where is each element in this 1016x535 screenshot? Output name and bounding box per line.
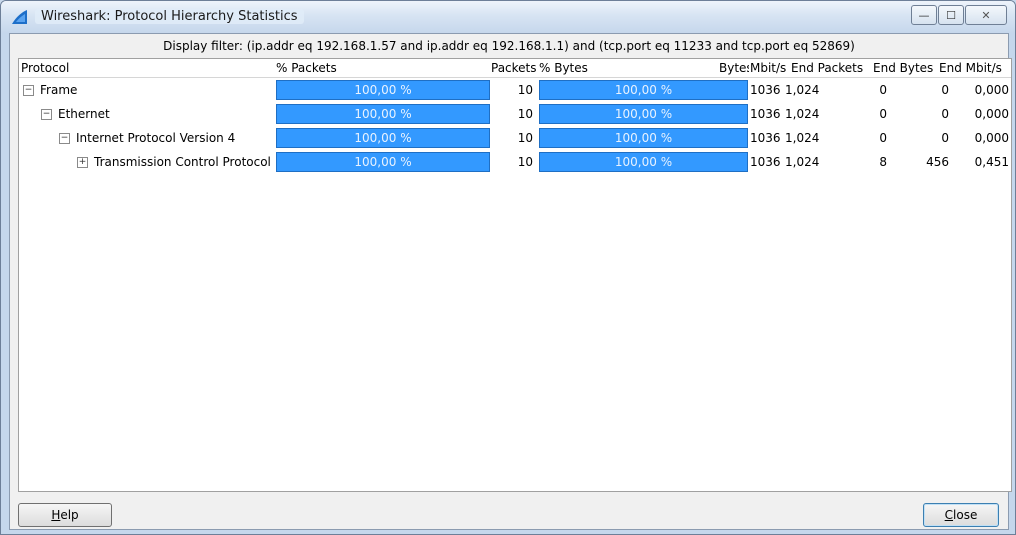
close-window-icon[interactable]: ✕ <box>965 5 1007 25</box>
bytes-cell: 1036 <box>750 155 781 169</box>
end-mbit-cell: 0,000 <box>974 107 1009 121</box>
header-pct-bytes[interactable]: % Bytes <box>539 59 699 77</box>
end-mbit-cell: 0,451 <box>974 155 1009 169</box>
help-label-post: elp <box>60 508 79 522</box>
wireshark-fin-icon <box>12 10 27 24</box>
protocol-hierarchy-window: Wireshark: Protocol Hierarchy Statistics… <box>0 0 1016 535</box>
mbit-cell: 1,024 <box>785 155 820 169</box>
minimize-icon[interactable]: — <box>911 5 937 25</box>
collapse-icon[interactable]: − <box>59 133 70 144</box>
packets-cell: 10 <box>517 107 533 121</box>
table-row[interactable]: − Frame 100,00 % 10 100,00 % 1036 1,024 0… <box>19 79 1011 103</box>
end-packets-cell: 0 <box>879 107 887 121</box>
maximize-icon[interactable]: ☐ <box>938 5 964 25</box>
pct-packets-bar: 100,00 % <box>276 128 490 148</box>
table-row[interactable]: + Transmission Control Protocol 100,00 % … <box>19 151 1011 175</box>
header-mbit[interactable]: Mbit/s <box>750 59 790 77</box>
bytes-cell: 1036 <box>750 83 781 97</box>
window-controls: — ☐ ✕ <box>910 5 1007 25</box>
packets-cell: 10 <box>517 83 533 97</box>
help-button[interactable]: Help <box>18 503 112 527</box>
close-label-accel: C <box>944 508 954 522</box>
pct-bytes-bar: 100,00 % <box>539 152 748 172</box>
collapse-icon[interactable]: − <box>41 109 52 120</box>
table-header: Protocol % Packets Packets % Bytes Bytes… <box>19 59 1011 78</box>
end-bytes-cell: 0 <box>941 83 949 97</box>
display-filter-label: Display filter: (ip.addr eq 192.168.1.57… <box>163 39 855 53</box>
header-protocol[interactable]: Protocol <box>21 59 271 77</box>
end-packets-cell: 8 <box>879 155 887 169</box>
header-end-bytes[interactable]: End Bytes <box>873 59 938 77</box>
dialog-body: Display filter: (ip.addr eq 192.168.1.57… <box>9 33 1012 530</box>
protocol-name: Transmission Control Protocol <box>94 155 271 169</box>
header-end-mbit[interactable]: End Mbit/s <box>939 59 1011 77</box>
mbit-cell: 1,024 <box>785 107 820 121</box>
close-button[interactable]: Close <box>923 503 999 527</box>
protocol-name: Ethernet <box>58 107 110 121</box>
end-packets-cell: 0 <box>879 83 887 97</box>
bytes-cell: 1036 <box>750 131 781 145</box>
bytes-cell: 1036 <box>750 107 781 121</box>
expand-icon[interactable]: + <box>77 157 88 168</box>
table-row[interactable]: − Internet Protocol Version 4 100,00 % 10… <box>19 127 1011 151</box>
protocol-name: Internet Protocol Version 4 <box>76 131 236 145</box>
protocol-cell: + Transmission Control Protocol <box>77 151 275 175</box>
packets-cell: 10 <box>517 131 533 145</box>
header-pct-packets[interactable]: % Packets <box>276 59 476 77</box>
header-packets[interactable]: Packets <box>491 59 541 77</box>
header-end-packets[interactable]: End Packets <box>791 59 871 77</box>
end-bytes-cell: 0 <box>941 131 949 145</box>
pct-packets-bar: 100,00 % <box>276 80 490 100</box>
collapse-icon[interactable]: − <box>23 85 34 96</box>
window-title: Wireshark: Protocol Hierarchy Statistics <box>35 9 304 24</box>
pct-bytes-bar: 100,00 % <box>539 80 748 100</box>
pct-packets-bar: 100,00 % <box>276 104 490 124</box>
pct-bytes-bar: 100,00 % <box>539 104 748 124</box>
mbit-cell: 1,024 <box>785 131 820 145</box>
help-label-accel: H <box>51 508 61 522</box>
close-label-post: lose <box>953 508 978 522</box>
table-row[interactable]: − Ethernet 100,00 % 10 100,00 % 1036 1,02… <box>19 103 1011 127</box>
pct-bytes-bar: 100,00 % <box>539 128 748 148</box>
end-mbit-cell: 0,000 <box>974 83 1009 97</box>
end-mbit-cell: 0,000 <box>974 131 1009 145</box>
pct-packets-bar: 100,00 % <box>276 152 490 172</box>
title-bar[interactable]: Wireshark: Protocol Hierarchy Statistics… <box>1 1 1015 33</box>
protocol-cell: − Internet Protocol Version 4 <box>59 127 273 151</box>
protocol-cell: − Frame <box>23 79 273 103</box>
mbit-cell: 1,024 <box>785 83 820 97</box>
protocol-hierarchy-table: Protocol % Packets Packets % Bytes Bytes… <box>18 58 1012 492</box>
end-bytes-cell: 456 <box>926 155 949 169</box>
protocol-cell: − Ethernet <box>41 103 273 127</box>
protocol-name: Frame <box>40 83 78 97</box>
end-packets-cell: 0 <box>879 131 887 145</box>
packets-cell: 10 <box>517 155 533 169</box>
end-bytes-cell: 0 <box>941 107 949 121</box>
header-bytes[interactable]: Bytes <box>719 59 749 77</box>
